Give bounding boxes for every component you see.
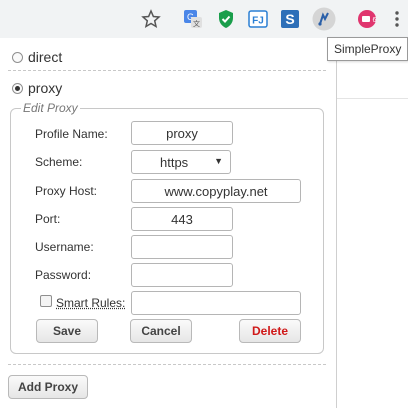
svg-text:FJ: FJ: [252, 16, 264, 27]
proxy-host-input[interactable]: [131, 179, 301, 203]
save-button[interactable]: Save: [36, 319, 98, 343]
more-icon[interactable]: [392, 9, 402, 29]
svg-text:文: 文: [193, 19, 200, 28]
username-label: Username:: [35, 240, 94, 254]
star-icon[interactable]: [141, 9, 161, 29]
scheme-select[interactable]: https ▼: [131, 150, 231, 174]
scheme-label: Scheme:: [35, 155, 83, 169]
add-proxy-button[interactable]: Add Proxy: [8, 375, 88, 399]
smart-rules-checkbox[interactable]: [40, 295, 52, 307]
shield-check-icon[interactable]: [216, 9, 236, 29]
edit-proxy-legend: Edit Proxy: [21, 101, 80, 115]
port-label: Port:: [35, 212, 61, 226]
browser-toolbar: G 文 FJ S 6: [0, 0, 408, 39]
profile-name-label: Profile Name:: [35, 127, 108, 141]
s-icon[interactable]: S: [280, 9, 300, 29]
password-input[interactable]: [131, 263, 233, 287]
password-label: Password:: [35, 268, 92, 282]
profile-proxy[interactable]: proxy: [12, 78, 62, 98]
proxy-host-label: Proxy Host:: [35, 184, 98, 198]
edit-proxy-fieldset: Edit Proxy Profile Name: Scheme: https ▼…: [10, 101, 324, 354]
profile-direct[interactable]: direct: [12, 47, 62, 67]
scheme-value: https: [160, 155, 189, 170]
dropdown-arrow-icon: ▼: [214, 156, 223, 166]
tooltip: SimpleProxy: [327, 37, 408, 61]
smart-rules-input[interactable]: [131, 291, 301, 315]
radio-proxy[interactable]: [12, 82, 23, 94]
page-background: [337, 38, 408, 408]
cancel-button[interactable]: Cancel: [130, 319, 192, 343]
profile-name-input[interactable]: [131, 121, 233, 145]
badge-count: 6: [373, 17, 377, 24]
port-input[interactable]: [131, 207, 233, 231]
profile-proxy-label: proxy: [28, 80, 63, 96]
notification-badge-icon[interactable]: 6: [357, 9, 379, 29]
divider: [8, 70, 326, 71]
profile-direct-label: direct: [28, 49, 63, 65]
divider: [8, 364, 326, 365]
simpleproxy-icon[interactable]: [312, 7, 336, 31]
smart-rules-label: Smart Rules:: [56, 296, 126, 310]
page-divider: [337, 98, 408, 99]
delete-button[interactable]: Delete: [239, 319, 301, 343]
radio-direct[interactable]: [12, 51, 23, 63]
svg-text:S: S: [285, 11, 294, 27]
proxy-popup: direct proxy Edit Proxy Profile Name: Sc…: [0, 38, 337, 408]
username-input[interactable]: [131, 235, 233, 259]
translate-icon[interactable]: G 文: [183, 9, 203, 29]
fj-icon[interactable]: FJ: [248, 9, 268, 29]
